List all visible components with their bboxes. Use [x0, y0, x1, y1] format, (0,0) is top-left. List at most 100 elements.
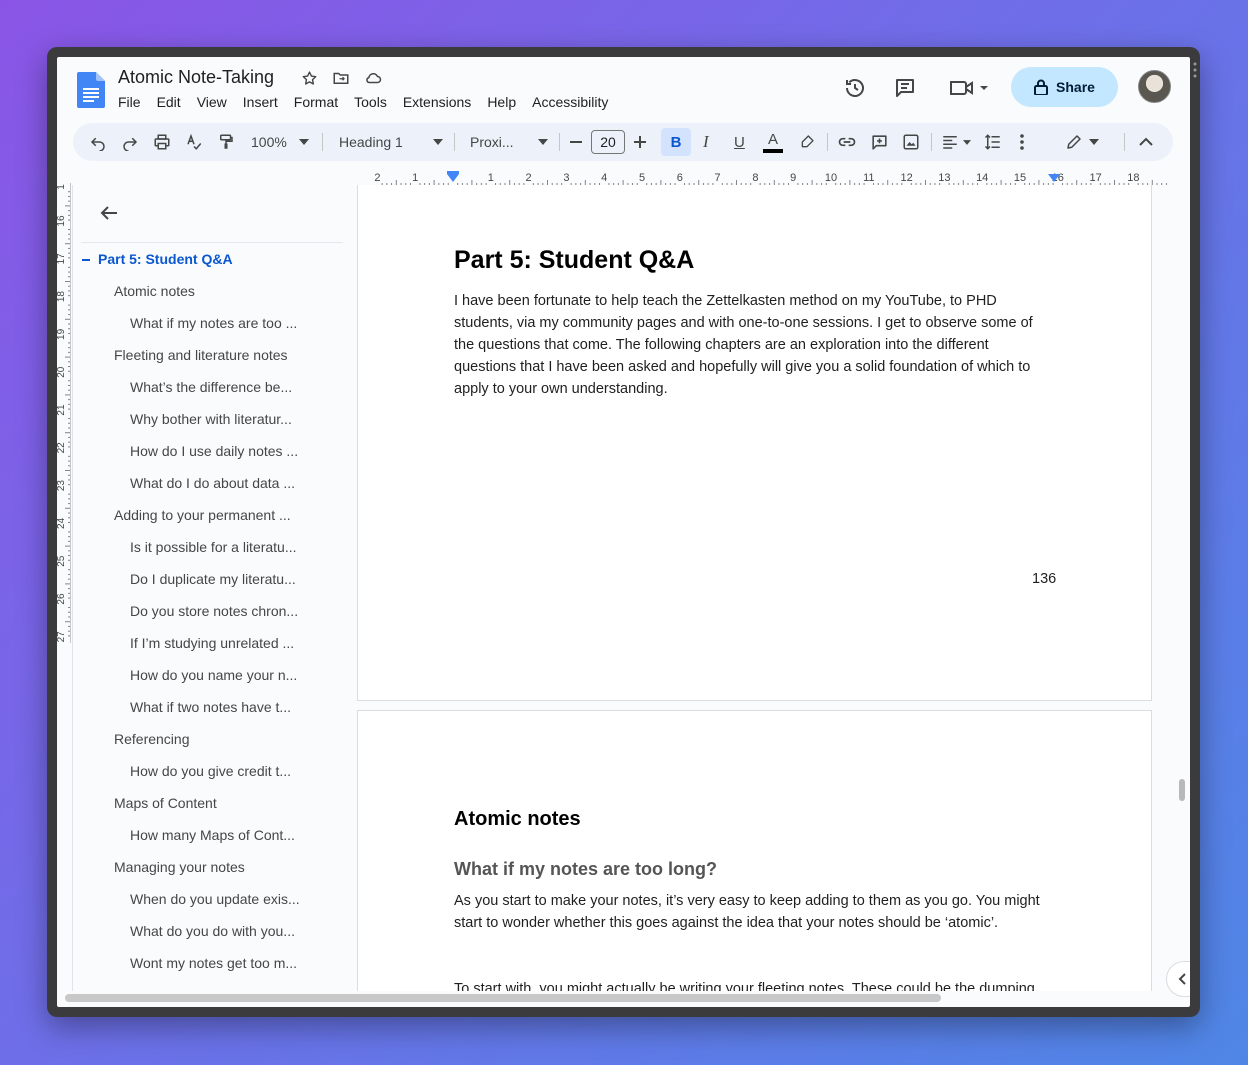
heading-part-5[interactable]: Part 5: Student Q&A — [454, 246, 694, 275]
menu-bar: File Edit View Insert Format Tools Exten… — [118, 94, 624, 110]
star-icon[interactable] — [300, 69, 318, 87]
ruler-label: 12 — [900, 172, 912, 184]
page-137[interactable]: Atomic notes What if my notes are too lo… — [357, 710, 1152, 991]
menu-tools[interactable]: Tools — [354, 94, 395, 110]
vertical-scrollbar-thumb[interactable] — [1179, 779, 1185, 801]
ruler-label: 13 — [938, 172, 950, 184]
outline-subsection-item[interactable]: How do I use daily notes ... — [130, 443, 331, 459]
increase-font-size-icon[interactable] — [633, 123, 647, 161]
outline-subsection-item[interactable]: What’s the difference be... — [130, 379, 331, 395]
side-panel-toggle[interactable] — [1166, 961, 1190, 997]
avatar[interactable] — [1138, 70, 1171, 103]
ruler-label: 11 — [863, 172, 874, 184]
outline-section-item[interactable]: Fleeting and literature notes — [114, 347, 331, 363]
cloud-status-icon[interactable] — [364, 69, 382, 87]
align-left-icon — [943, 136, 957, 149]
horizontal-scrollbar-thumb[interactable] — [65, 994, 941, 1002]
outline-subsection-item[interactable]: When do you update exis... — [130, 891, 331, 907]
heading-notes-too-long[interactable]: What if my notes are too long? — [454, 859, 717, 880]
insert-image-icon[interactable] — [902, 123, 920, 161]
outline-subsection-item[interactable]: Wont my notes get too m... — [130, 955, 331, 971]
menu-format[interactable]: Format — [294, 94, 346, 110]
outline-section-item[interactable]: Referencing — [114, 731, 331, 747]
ruler-label: 16 — [57, 215, 67, 227]
outline-subsection-item[interactable]: What if two notes have t... — [130, 699, 331, 715]
ruler-label: 1 — [57, 184, 67, 190]
outline-subsection-item[interactable]: What if my notes are too ... — [130, 315, 331, 331]
outline-subsection-item[interactable]: What do you do with you... — [130, 923, 331, 939]
zoom-value: 100% — [251, 134, 287, 150]
menu-extensions[interactable]: Extensions — [403, 94, 479, 110]
ruler-label: 5 — [639, 172, 645, 184]
bold-button[interactable]: B — [661, 128, 691, 156]
add-comment-icon[interactable] — [870, 123, 889, 161]
document-title[interactable]: Atomic Note-Taking — [118, 67, 274, 88]
paragraph-style-select[interactable]: Heading 1 — [339, 123, 443, 161]
decrease-font-size-icon[interactable] — [569, 123, 583, 161]
comments-icon[interactable] — [892, 75, 918, 101]
outline-subsection-item[interactable]: Do I duplicate my literatu... — [130, 571, 331, 587]
docs-logo-icon[interactable] — [77, 72, 105, 108]
print-icon[interactable] — [153, 123, 171, 161]
more-options-icon[interactable] — [1020, 123, 1024, 161]
first-line-indent-marker[interactable] — [447, 171, 459, 174]
zoom-select[interactable]: 100% — [251, 123, 309, 161]
outline-subsection-item[interactable]: Do you store notes chron... — [130, 603, 331, 619]
menu-accessibility[interactable]: Accessibility — [532, 94, 616, 110]
outline-subsection-item[interactable]: What do I do about data ... — [130, 475, 331, 491]
menu-help[interactable]: Help — [487, 94, 524, 110]
document-canvas[interactable]: Part 5: Student Q&A I have been fortunat… — [357, 185, 1172, 991]
outline-section-item[interactable]: Atomic notes — [114, 283, 331, 299]
version-history-icon[interactable] — [842, 75, 868, 101]
outline-subsection-item[interactable]: Is it possible for a literatu... — [130, 539, 331, 555]
outline-section-item[interactable]: Managing your notes — [114, 859, 331, 875]
line-spacing-icon[interactable] — [983, 123, 1003, 161]
meet-call-icon[interactable] — [947, 75, 991, 101]
outline-subsection-item[interactable]: If I’m studying unrelated ... — [130, 635, 331, 651]
chevron-left-icon — [1178, 973, 1186, 985]
undo-icon[interactable] — [89, 123, 107, 161]
font-family-select[interactable]: Proxi... — [470, 123, 548, 161]
window-edge — [1190, 57, 1200, 1007]
ruler-label: 1 — [412, 172, 418, 184]
outline-section-item[interactable]: Maps of Content — [114, 795, 331, 811]
highlight-icon[interactable] — [799, 123, 815, 161]
page-136[interactable]: Part 5: Student Q&A I have been fortunat… — [357, 185, 1152, 701]
ruler-label: 25 — [57, 555, 67, 567]
paragraph-intro[interactable]: I have been fortunate to help teach the … — [454, 290, 1054, 400]
italic-button[interactable]: I — [703, 123, 709, 161]
paint-format-icon[interactable] — [217, 123, 235, 161]
text-color-button[interactable]: A — [763, 123, 783, 161]
outline-subsection-item[interactable]: Why bother with literatur... — [130, 411, 331, 427]
menu-file[interactable]: File — [118, 94, 149, 110]
paragraph-notes-1[interactable]: As you start to make your notes, it’s ve… — [454, 890, 1054, 934]
editing-mode-select[interactable] — [1065, 123, 1099, 161]
outline-subsection-item[interactable]: How many Maps of Cont... — [130, 827, 331, 843]
outline-subsection-item[interactable]: How do you give credit t... — [130, 763, 331, 779]
ruler-label: 1 — [488, 172, 494, 184]
outline-heading-item[interactable]: Part 5: Student Q&A — [98, 251, 331, 267]
menu-view[interactable]: View — [197, 94, 235, 110]
align-select[interactable] — [941, 123, 971, 161]
share-button[interactable]: Share — [1011, 67, 1118, 107]
paragraph-notes-2[interactable]: To start with, you might actually be wri… — [454, 978, 1054, 991]
ruler-label: 27 — [57, 631, 67, 643]
spellcheck-icon[interactable] — [185, 123, 203, 161]
menu-edit[interactable]: Edit — [157, 94, 189, 110]
ruler-label: 6 — [677, 172, 683, 184]
back-arrow-icon[interactable] — [97, 201, 121, 225]
insert-link-icon[interactable] — [837, 123, 857, 161]
chevron-down-icon — [537, 139, 548, 145]
ruler-label: 2 — [374, 172, 380, 184]
font-size-input[interactable]: 20 — [591, 130, 625, 154]
underline-button[interactable]: U — [734, 123, 745, 161]
heading-atomic-notes[interactable]: Atomic notes — [454, 808, 581, 831]
redo-icon[interactable] — [121, 123, 139, 161]
outline-subsection-item[interactable]: How do you name your n... — [130, 667, 331, 683]
menu-insert[interactable]: Insert — [243, 94, 286, 110]
outline-section-item[interactable]: Adding to your permanent ... — [114, 507, 331, 523]
window-drag-handle-icon[interactable] — [1193, 62, 1197, 78]
google-docs-window: Atomic Note-Taking File Edit View Insert… — [57, 57, 1190, 1007]
collapse-toolbar-icon[interactable] — [1139, 123, 1153, 161]
move-folder-icon[interactable] — [332, 69, 350, 87]
